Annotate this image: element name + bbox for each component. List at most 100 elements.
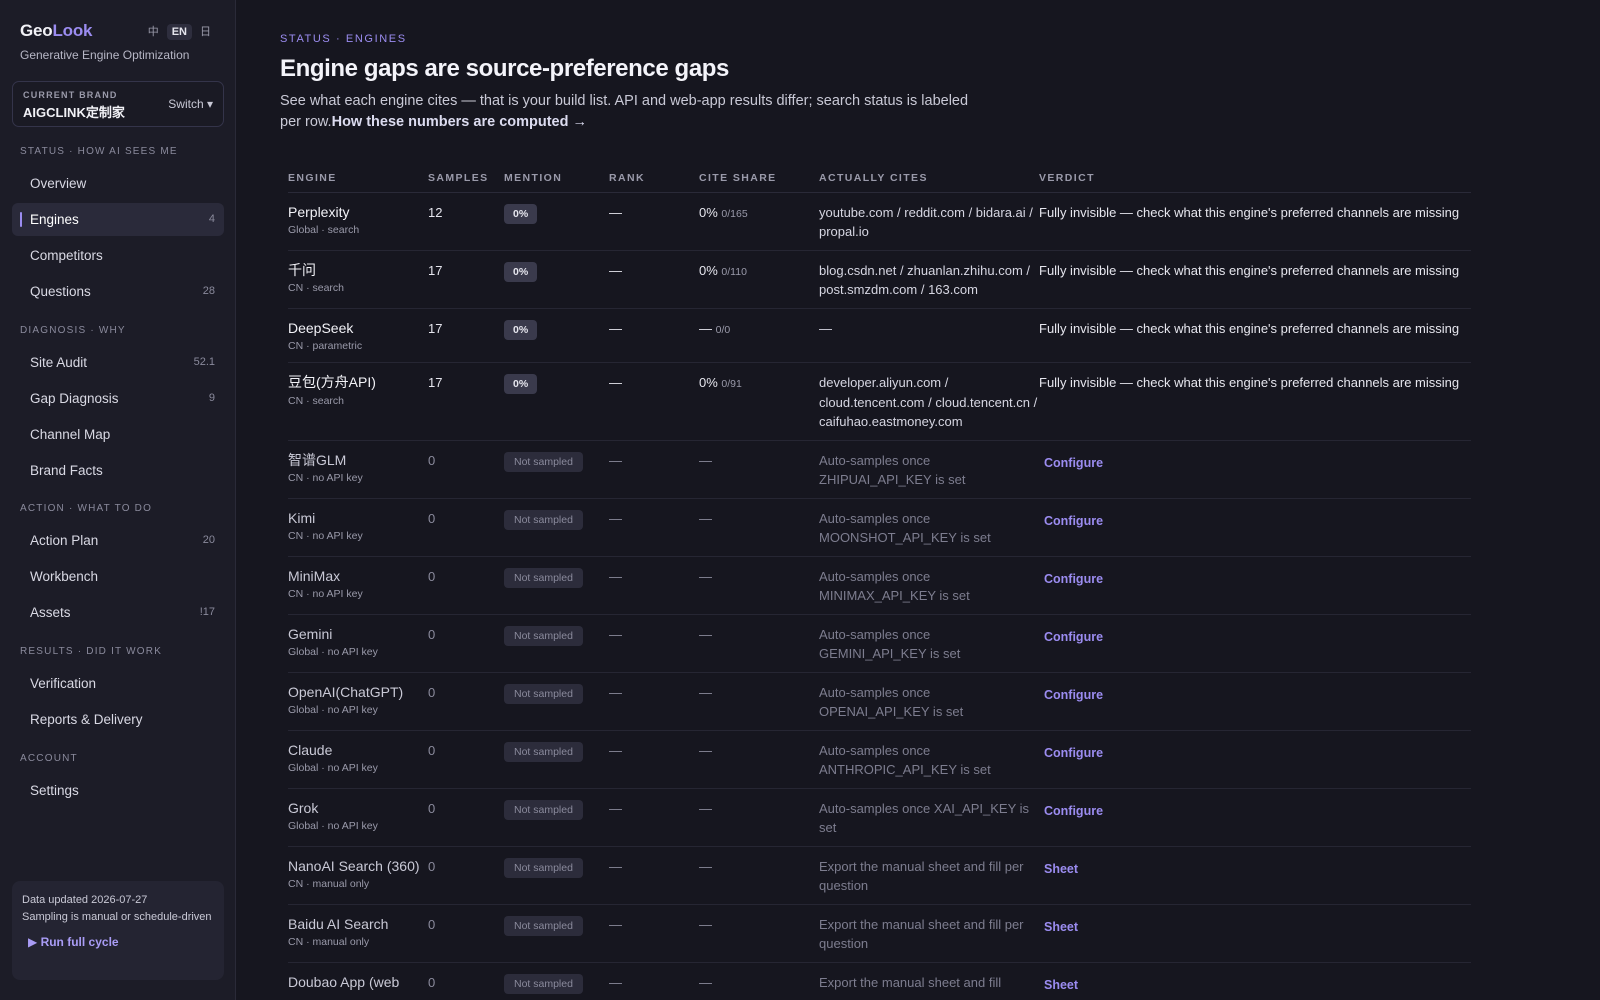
sidebar-item-questions[interactable]: Questions 28 — [12, 275, 224, 308]
configure-link[interactable]: Configure — [1039, 451, 1103, 474]
column-header-verdict[interactable]: VERDICT — [1039, 170, 1471, 193]
sidebar-item-brand-facts[interactable]: Brand Facts — [12, 454, 224, 487]
table-row[interactable]: DeepSeek CN · parametric 17 0% — — 0/0— Fully … — [288, 308, 1471, 363]
table-row[interactable]: OpenAI(ChatGPT) Global · no API key 0 Not s… — [288, 672, 1471, 731]
cite-share-cell: — — [699, 614, 819, 673]
table-row[interactable]: Kimi CN · no API key 0 Not sampled — — Auto-s… — [288, 498, 1471, 557]
configure-link[interactable]: Configure — [1039, 567, 1103, 590]
sidebar-item-site-audit[interactable]: Site Audit 52.1 — [12, 346, 224, 379]
sidebar-item-label: Questions — [30, 284, 91, 299]
sidebar-item-overview[interactable]: Overview — [12, 167, 224, 200]
engine-name: MiniMax — [288, 567, 341, 584]
sidebar-item-workbench[interactable]: Workbench — [12, 560, 224, 593]
sidebar-item-verification[interactable]: Verification — [12, 667, 224, 700]
actually-cites-cell: Auto-samples once ZHIPUAI_API_KEY is set — [819, 440, 1039, 499]
column-header-rank[interactable]: RANK — [609, 170, 699, 193]
actually-cites-cell: Auto-samples once ANTHROPIC_API_KEY is s… — [819, 730, 1039, 789]
table-row[interactable]: NanoAI Search (360) CN · manual only 0 Not … — [288, 846, 1471, 905]
cite-share-cell: — — [699, 788, 819, 847]
configure-link[interactable]: Configure — [1039, 625, 1103, 648]
run-full-cycle-button[interactable]: ▶ Run full cycle — [28, 934, 214, 951]
verdict-cell: Configure — [1039, 672, 1471, 731]
cite-share-value: — — [699, 974, 712, 990]
cite-share-cell: — — [699, 672, 819, 731]
sheet-link[interactable]: Sheet — [1039, 857, 1078, 880]
sidebar-item-competitors[interactable]: Competitors — [12, 239, 224, 272]
lang-ja[interactable]: 日 — [200, 23, 211, 39]
table-row[interactable]: 智谱GLM CN · no API key 0 Not sampled — — Auto-… — [288, 440, 1471, 499]
configure-link[interactable]: Configure — [1039, 509, 1103, 532]
table-row[interactable]: Claude Global · no API key 0 Not sampled — — … — [288, 730, 1471, 789]
engine-meta: Global · no API key — [288, 820, 378, 832]
switch-brand-button[interactable]: Switch ▾ — [168, 97, 213, 111]
app-logo[interactable]: GeoLook — [20, 21, 92, 40]
verdict-cell: Configure — [1039, 788, 1471, 847]
engine-meta: Global · no API key — [288, 646, 378, 658]
column-header-actually-cites[interactable]: ACTUALLY CITES — [819, 170, 1039, 193]
sidebar-item-count: 4 — [208, 213, 215, 225]
sidebar-item-engines[interactable]: Engines 4 — [12, 203, 224, 236]
sidebar-item-action-plan[interactable]: Action Plan 20 — [12, 524, 224, 557]
engine-name: Gemini — [288, 625, 333, 642]
actually-cites-cell: Export the manual sheet and fill per que… — [819, 904, 1039, 963]
sidebar-item-label: Competitors — [30, 248, 103, 263]
sheet-link[interactable]: Sheet — [1039, 973, 1078, 996]
lang-zh[interactable]: 中 — [148, 23, 159, 39]
sidebar-item-assets[interactable]: Assets !17 — [12, 596, 224, 629]
mention-badge: Not sampled — [504, 625, 583, 646]
engine-name: 智谱GLM — [288, 451, 347, 468]
table-row[interactable]: 豆包(方舟API) CN · search 17 0% —0% 0/91 develope… — [288, 362, 1471, 441]
actually-cites-cell: blog.csdn.net / zhuanlan.zhihu.com / pos… — [819, 250, 1039, 309]
column-header-samples[interactable]: SAMPLES — [428, 170, 504, 193]
rank-cell: — — [609, 846, 699, 905]
engine-cell: NanoAI Search (360) CN · manual only — [288, 846, 428, 905]
sidebar-item-gap-diagnosis[interactable]: Gap Diagnosis 9 — [12, 382, 224, 415]
table-row[interactable]: Gemini Global · no API key 0 Not sampled — — … — [288, 614, 1471, 673]
configure-link[interactable]: Configure — [1039, 683, 1103, 706]
engine-meta: CN · manual only — [288, 936, 370, 948]
column-header-engine[interactable]: ENGINE — [288, 170, 428, 193]
page-eyebrow: STATUS · ENGINES — [280, 33, 407, 45]
table-row[interactable]: MiniMax CN · no API key 0 Not sampled — — Aut… — [288, 556, 1471, 615]
table-row[interactable]: Grok Global · no API key 0 Not sampled — — Au… — [288, 788, 1471, 847]
sidebar-item-label: Workbench — [30, 569, 99, 584]
configure-link[interactable]: Configure — [1039, 741, 1103, 764]
samples-cell: 17 — [428, 308, 504, 363]
sidebar: GeoLook 中 EN 日 Generative Engine Optimizat… — [0, 0, 236, 1000]
engine-name: Claude — [288, 741, 333, 758]
engine-meta: CN · parametric — [288, 340, 363, 352]
main-content: STATUS · ENGINES Engine gaps are source-… — [280, 0, 1580, 1000]
sidebar-item-settings[interactable]: Settings — [12, 774, 224, 807]
engine-cell: Baidu AI Search CN · manual only — [288, 904, 428, 963]
mention-badge: 0% — [504, 203, 538, 224]
sheet-link[interactable]: Sheet — [1039, 915, 1078, 938]
table-row[interactable]: Doubao App (web 0 Not sampled — — Export the… — [288, 962, 1471, 1000]
configure-link[interactable]: Configure — [1039, 799, 1103, 822]
current-brand-name: AIGCLINK定制家 — [23, 105, 125, 120]
cite-share-value: 0% — [699, 262, 718, 278]
rank-cell: — — [609, 962, 699, 1000]
samples-cell: 0 — [428, 962, 504, 1000]
lang-en[interactable]: EN — [166, 24, 192, 40]
mention-badge: Not sampled — [504, 915, 583, 936]
rank-cell: — — [609, 614, 699, 673]
actually-cites-cell: Auto-samples once XAI_API_KEY is set — [819, 788, 1039, 847]
how-computed-link[interactable]: How these numbers are computed → — [332, 114, 587, 130]
table-row[interactable]: Perplexity Global · search 12 0% —0% 0/165 yo… — [288, 192, 1471, 251]
sidebar-item-channel-map[interactable]: Channel Map — [12, 418, 224, 451]
verdict-text: Fully invisible — check what this engine… — [1039, 375, 1460, 390]
cite-share-cell: — — [699, 730, 819, 789]
sidebar-item-label: Engines — [30, 212, 79, 227]
mention-cell: Not sampled — [504, 440, 609, 499]
sidebar-item-reports-delivery[interactable]: Reports & Delivery — [12, 703, 224, 736]
column-header-mention[interactable]: MENTION — [504, 170, 609, 193]
cite-share-fraction: 0/91 — [721, 378, 742, 390]
engine-meta: Global · no API key — [288, 704, 378, 716]
nav-section-results: RESULTS · DID IT WORK — [20, 646, 163, 657]
sync-status-card: Data updated 2026-07-27 Sampling is manu… — [12, 881, 224, 980]
samples-cell: 0 — [428, 498, 504, 557]
table-row[interactable]: Baidu AI Search CN · manual only 0 Not samp… — [288, 904, 1471, 963]
table-row[interactable]: 千问 CN · search 17 0% —0% 0/110 blog.csdn.net … — [288, 250, 1471, 309]
logo-text-a: Geo — [20, 21, 53, 40]
column-header-cite-share[interactable]: CITE SHARE — [699, 170, 819, 193]
